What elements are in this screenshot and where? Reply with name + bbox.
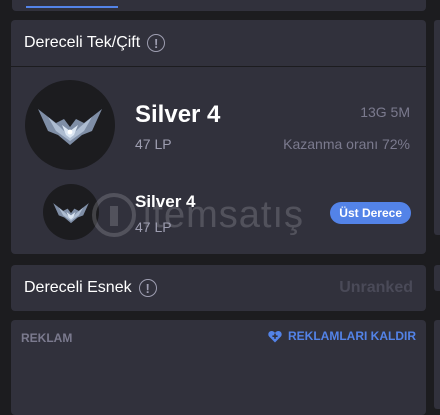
solo-queue-header: Dereceli Tek/Çift !	[11, 20, 426, 67]
remove-ads-button[interactable]: REKLAMLARI KALDIR	[268, 329, 416, 343]
watermark: itemsatış	[91, 185, 341, 245]
win-rate: Kazanma oranı 72%	[283, 136, 410, 152]
solo-queue-title: Dereceli Tek/Çift	[24, 34, 141, 51]
flex-queue-card: Dereceli Esnek ! Unranked	[11, 265, 426, 311]
info-icon[interactable]: !	[147, 34, 166, 52]
current-lp: 47 LP	[135, 136, 172, 152]
ad-label: REKLAM	[21, 331, 73, 345]
games-record: 13G 5M	[360, 104, 410, 120]
solo-queue-card: Dereceli Tek/Çift ! Silver 4 47 LP 13G 5…	[11, 20, 426, 254]
ad-card: REKLAM REKLAMLARI KALDIR	[11, 320, 426, 415]
remove-ads-label: REKLAMLARI KALDIR	[288, 329, 416, 343]
flex-queue-header: Dereceli Esnek ! Unranked	[11, 265, 426, 311]
silver-emblem-icon	[38, 109, 102, 145]
active-tab-indicator	[26, 6, 118, 8]
peak-rank-emblem	[43, 184, 99, 240]
flex-queue-title: Dereceli Esnek	[24, 279, 132, 296]
peak-lp: 47 LP	[135, 219, 172, 235]
side-panel-edge	[434, 265, 440, 291]
side-panel-edge	[434, 20, 440, 235]
side-panel-edge	[434, 320, 440, 409]
heart-plus-icon	[268, 330, 282, 342]
flex-queue-status: Unranked	[339, 279, 413, 296]
peak-rank-badge: Üst Derece	[330, 202, 411, 224]
info-icon[interactable]: !	[138, 279, 157, 297]
current-tier: Silver 4	[135, 101, 221, 128]
silver-emblem-icon	[53, 203, 89, 224]
rank-emblem	[25, 80, 115, 170]
peak-tier: Silver 4	[135, 192, 196, 211]
